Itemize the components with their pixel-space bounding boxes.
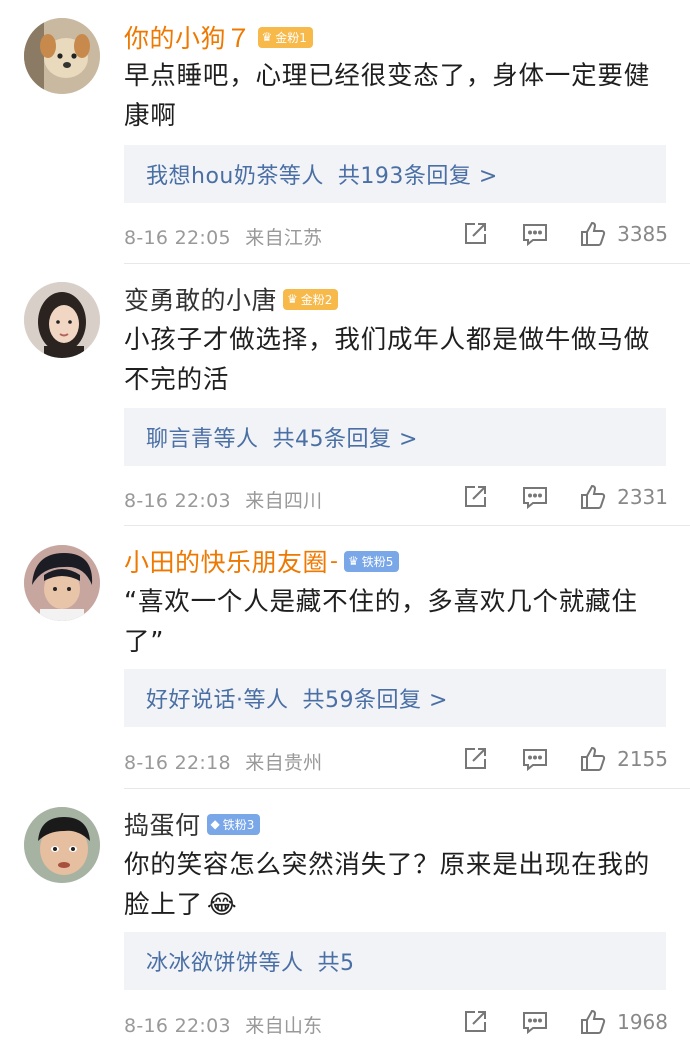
thumbs-up-icon [579, 1008, 607, 1036]
fan-badge: ♛ 金粉1 [257, 26, 313, 48]
share-icon[interactable] [461, 220, 489, 248]
comment-actions: 3385 [429, 220, 668, 248]
comment-location: 来自江苏 [245, 227, 323, 249]
like-count: 1968 [617, 1010, 668, 1034]
comment-actions: 1968 [429, 1008, 668, 1036]
divider [124, 525, 690, 526]
comment-text-line: 了” [124, 627, 165, 657]
badge-label: 金粉1 [275, 30, 307, 45]
replies-link[interactable]: 冰冰欲饼饼等人 共5 [124, 932, 666, 990]
comment-item: 小田的快乐朋友圈 - ♛ 铁粉5 “喜欢一个人是藏不住的，多喜欢几个就藏住 了”… [0, 527, 690, 789]
replies-count: 共59条回复 > [302, 688, 448, 713]
username[interactable]: 捣蛋何 [124, 806, 201, 842]
thumbs-up-icon [579, 220, 607, 248]
comment-text-line: “喜欢一个人是藏不住的，多喜欢几个就藏住 [124, 587, 638, 617]
avatar[interactable] [24, 807, 100, 883]
comment-time: 8-16 22:18 [124, 752, 231, 774]
comment-text-line: 不完的活 [124, 365, 230, 395]
avatar[interactable] [24, 545, 100, 621]
like-count: 2331 [617, 485, 668, 509]
comment-icon[interactable] [521, 483, 549, 511]
comment-text: 你的笑容怎么突然消失了？原来是出现在我的 脸上了 😂 [124, 845, 672, 925]
comment-meta: 8-16 22:05 来自江苏 [124, 223, 322, 250]
comment-location: 来自四川 [245, 490, 323, 512]
fan-badge: ♛ 铁粉5 [343, 550, 400, 572]
username-row: 小田的快乐朋友圈 - ♛ 铁粉5 [124, 543, 400, 579]
comment-item: 变勇敢的小唐 ♛ 金粉2 小孩子才做选择，我们成年人都是做牛做马做 不完的活 聊… [0, 265, 690, 527]
replies-link[interactable]: 好好说话·等人 共59条回复 > [124, 669, 666, 727]
username-row: 捣蛋何 ◆ 铁粉3 [124, 806, 261, 842]
avatar[interactable] [24, 18, 100, 94]
thumbs-up-icon [579, 483, 607, 511]
username-suffix: - [330, 548, 338, 574]
replies-link[interactable]: 我想hou奶茶等人 共193条回复 > [124, 145, 666, 203]
comment-icon[interactable] [521, 220, 549, 248]
blur-overlay [366, 932, 666, 990]
comment-icon[interactable] [521, 745, 549, 773]
badge-label: 铁粉5 [361, 554, 394, 569]
username-row: 你的小狗７ ♛ 金粉1 [124, 20, 313, 54]
username-row: 变勇敢的小唐 ♛ 金粉2 [124, 281, 339, 317]
like-count: 2155 [617, 747, 668, 771]
divider [124, 788, 690, 789]
share-icon[interactable] [461, 745, 489, 773]
dog-avatar-icon [24, 18, 100, 94]
comment-text-line: 脸上了 [124, 890, 203, 920]
comment-time: 8-16 22:03 [124, 1015, 231, 1037]
comment-text-line: 早点睡吧，心理已经很变态了，身体一定要健 [124, 61, 651, 91]
comment-text-line: 小孩子才做选择，我们成年人都是做牛做马做 [124, 325, 651, 355]
replies-who: 冰冰欲饼饼等人 [146, 951, 304, 976]
crown-icon: ♛ [287, 292, 298, 306]
comment-meta: 8-16 22:18 来自贵州 [124, 748, 322, 775]
replies-count: 共193条回复 > [337, 164, 498, 189]
replies-who: 好好说话·等人 [146, 688, 289, 713]
badge-label: 铁粉3 [222, 817, 255, 832]
comment-item: 你的小狗７ ♛ 金粉1 早点睡吧，心理已经很变态了，身体一定要健 康啊 我想ho… [0, 0, 690, 265]
comment-actions: 2331 [429, 483, 668, 511]
username[interactable]: 你的小狗７ [124, 19, 252, 55]
comment-text: “喜欢一个人是藏不住的，多喜欢几个就藏住 了” [124, 582, 672, 662]
comment-time: 8-16 22:03 [124, 490, 231, 512]
comment-text: 小孩子才做选择，我们成年人都是做牛做马做 不完的活 [124, 320, 672, 400]
diamond-icon: ◆ [210, 817, 220, 831]
fan-badge: ◆ 铁粉3 [206, 813, 261, 835]
share-icon[interactable] [461, 483, 489, 511]
fan-badge: ♛ 金粉2 [283, 288, 339, 310]
thumbs-up-icon [579, 745, 607, 773]
username[interactable]: 小田的快乐朋友圈 [124, 543, 328, 579]
badge-label: 金粉2 [300, 292, 333, 307]
like-button[interactable]: 2155 [579, 745, 668, 773]
anime-avatar-icon [24, 545, 100, 621]
replies-who: 我想hou奶茶等人 [146, 164, 324, 189]
girl-avatar-icon [24, 282, 100, 358]
like-button[interactable]: 2331 [579, 483, 668, 511]
comment-text-line-wrap: 脸上了 😂 [124, 885, 672, 925]
comment-text-line: 你的笑容怎么突然消失了？原来是出现在我的 [124, 850, 651, 880]
comment-meta: 8-16 22:03 来自山东 [124, 1011, 322, 1038]
comment-actions: 2155 [429, 745, 668, 773]
comment-location: 来自贵州 [245, 752, 323, 774]
divider [124, 263, 690, 264]
laughing-emoji-icon: 😂 [206, 890, 238, 920]
comment-time: 8-16 22:05 [124, 227, 231, 249]
comment-item: 捣蛋何 ◆ 铁粉3 你的笑容怎么突然消失了？原来是出现在我的 脸上了 😂 冰冰欲饼… [0, 790, 690, 1043]
comment-text: 早点睡吧，心理已经很变态了，身体一定要健 康啊 [124, 56, 672, 136]
replies-count: 共45条回复 > [272, 427, 418, 452]
replies-who: 聊言青等人 [146, 427, 259, 452]
avatar[interactable] [24, 282, 100, 358]
crown-icon: ♛ [347, 554, 359, 568]
like-count: 3385 [617, 222, 668, 246]
like-button[interactable]: 3385 [579, 220, 668, 248]
replies-link[interactable]: 聊言青等人 共45条回复 > [124, 408, 666, 466]
replies-count: 共5 [317, 951, 355, 976]
like-button[interactable]: 1968 [579, 1008, 668, 1036]
boy-avatar-icon [24, 807, 100, 883]
crown-icon: ♛ [261, 30, 273, 44]
comment-meta: 8-16 22:03 来自四川 [124, 486, 322, 513]
username[interactable]: 变勇敢的小唐 [124, 281, 277, 317]
share-icon[interactable] [461, 1008, 489, 1036]
comment-location: 来自山东 [245, 1015, 323, 1037]
comment-text-line: 康啊 [124, 101, 177, 131]
comment-icon[interactable] [521, 1008, 549, 1036]
